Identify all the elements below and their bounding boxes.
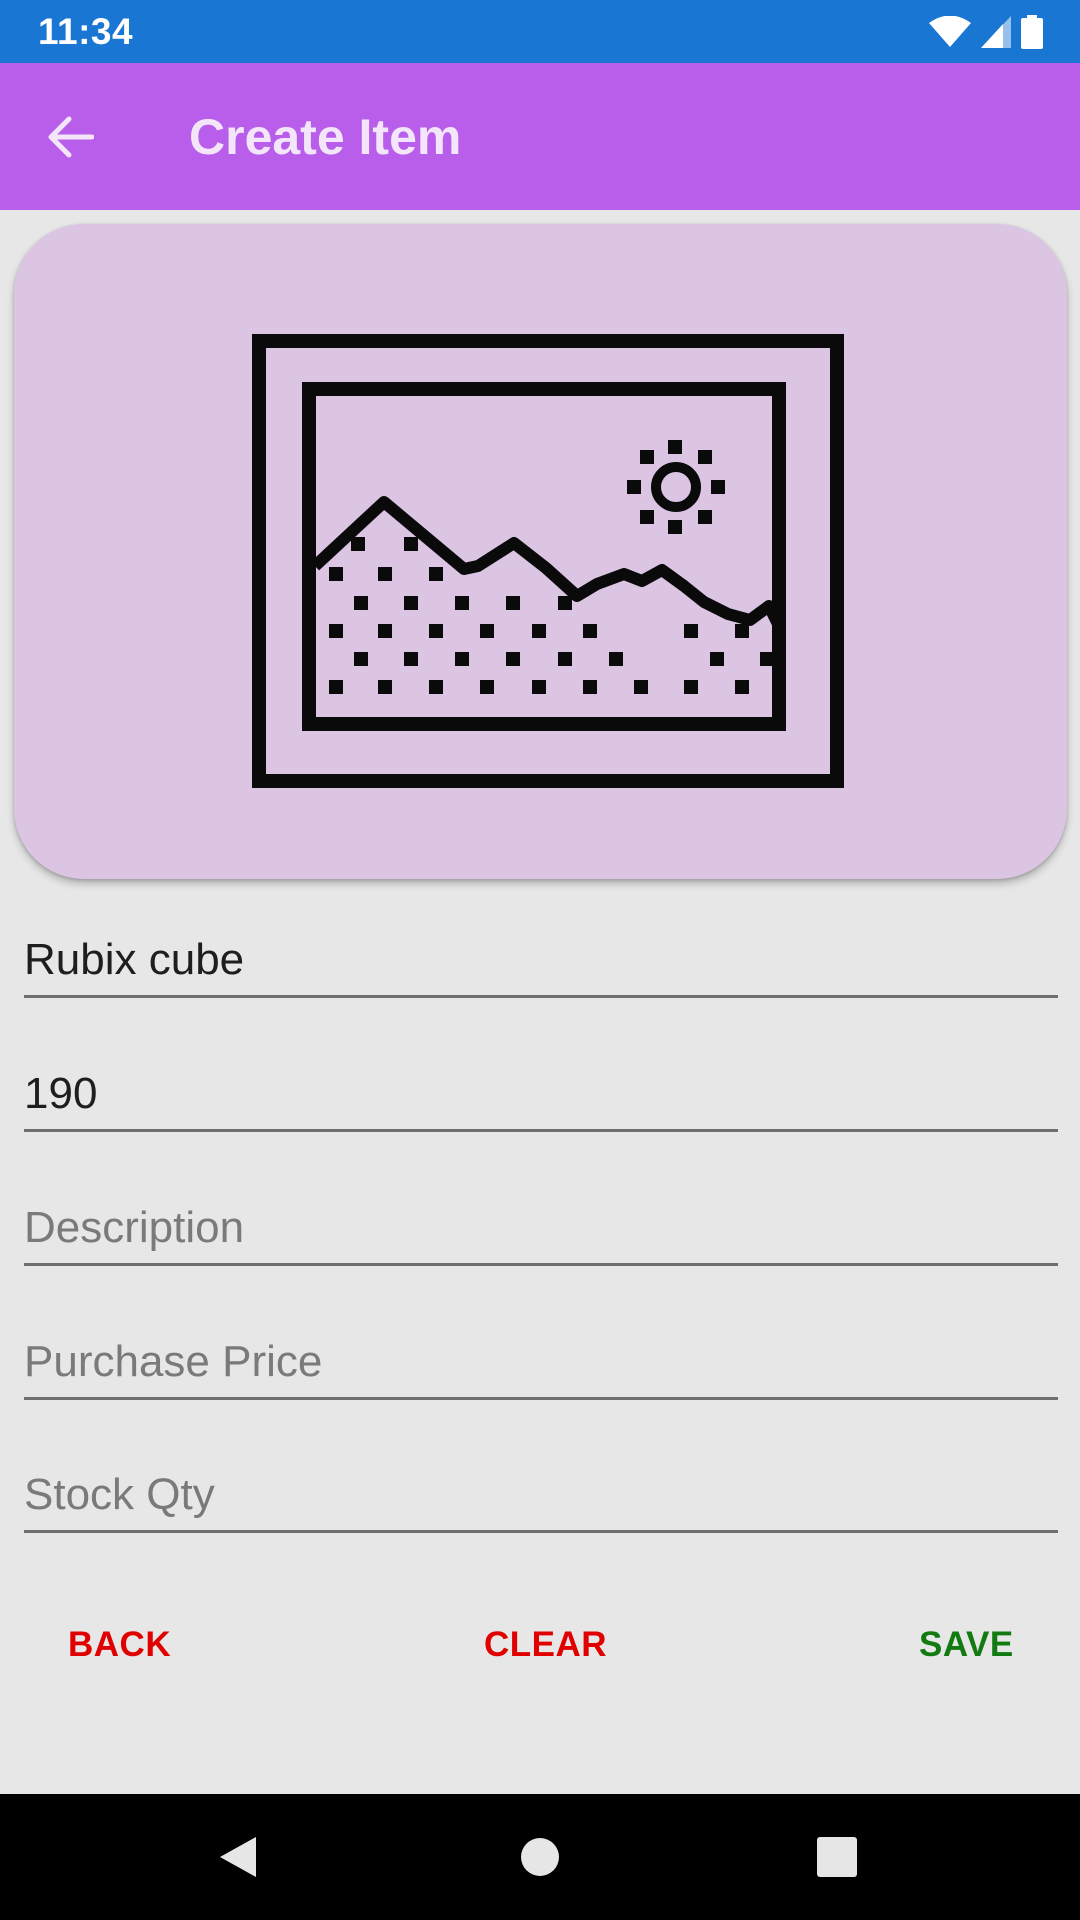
purchase-price-field[interactable] (24, 1320, 1058, 1400)
cellular-signal-icon (981, 15, 1011, 48)
nav-back-icon[interactable] (216, 1833, 260, 1881)
status-icons (929, 14, 1043, 49)
name-field[interactable] (24, 918, 1058, 998)
status-time: 11:34 (38, 10, 134, 52)
name-input[interactable] (24, 935, 1058, 995)
battery-icon (1021, 14, 1043, 49)
back-button[interactable]: BACK (68, 1605, 171, 1685)
description-input[interactable] (24, 1203, 1058, 1263)
form-content (0, 210, 1080, 1794)
wifi-icon (929, 15, 971, 47)
quantity-field[interactable] (24, 1052, 1058, 1132)
clear-button[interactable]: CLEAR (484, 1605, 607, 1685)
app-bar: Create Item (0, 63, 1080, 210)
navigation-bar (0, 1794, 1080, 1920)
save-button[interactable]: SAVE (919, 1605, 1014, 1685)
stock-qty-input[interactable] (24, 1470, 1058, 1530)
stock-qty-field[interactable] (24, 1453, 1058, 1533)
arrow-back-icon[interactable] (44, 110, 98, 164)
image-placeholder-icon (252, 334, 844, 788)
nav-home-icon[interactable] (520, 1837, 560, 1877)
page-title: Create Item (189, 108, 462, 165)
image-picker-card[interactable] (14, 224, 1067, 879)
nav-recents-icon[interactable] (816, 1836, 858, 1878)
purchase-price-input[interactable] (24, 1337, 1058, 1397)
status-bar: 11:34 (0, 0, 1080, 63)
description-field[interactable] (24, 1186, 1058, 1266)
quantity-input[interactable] (24, 1069, 1058, 1129)
